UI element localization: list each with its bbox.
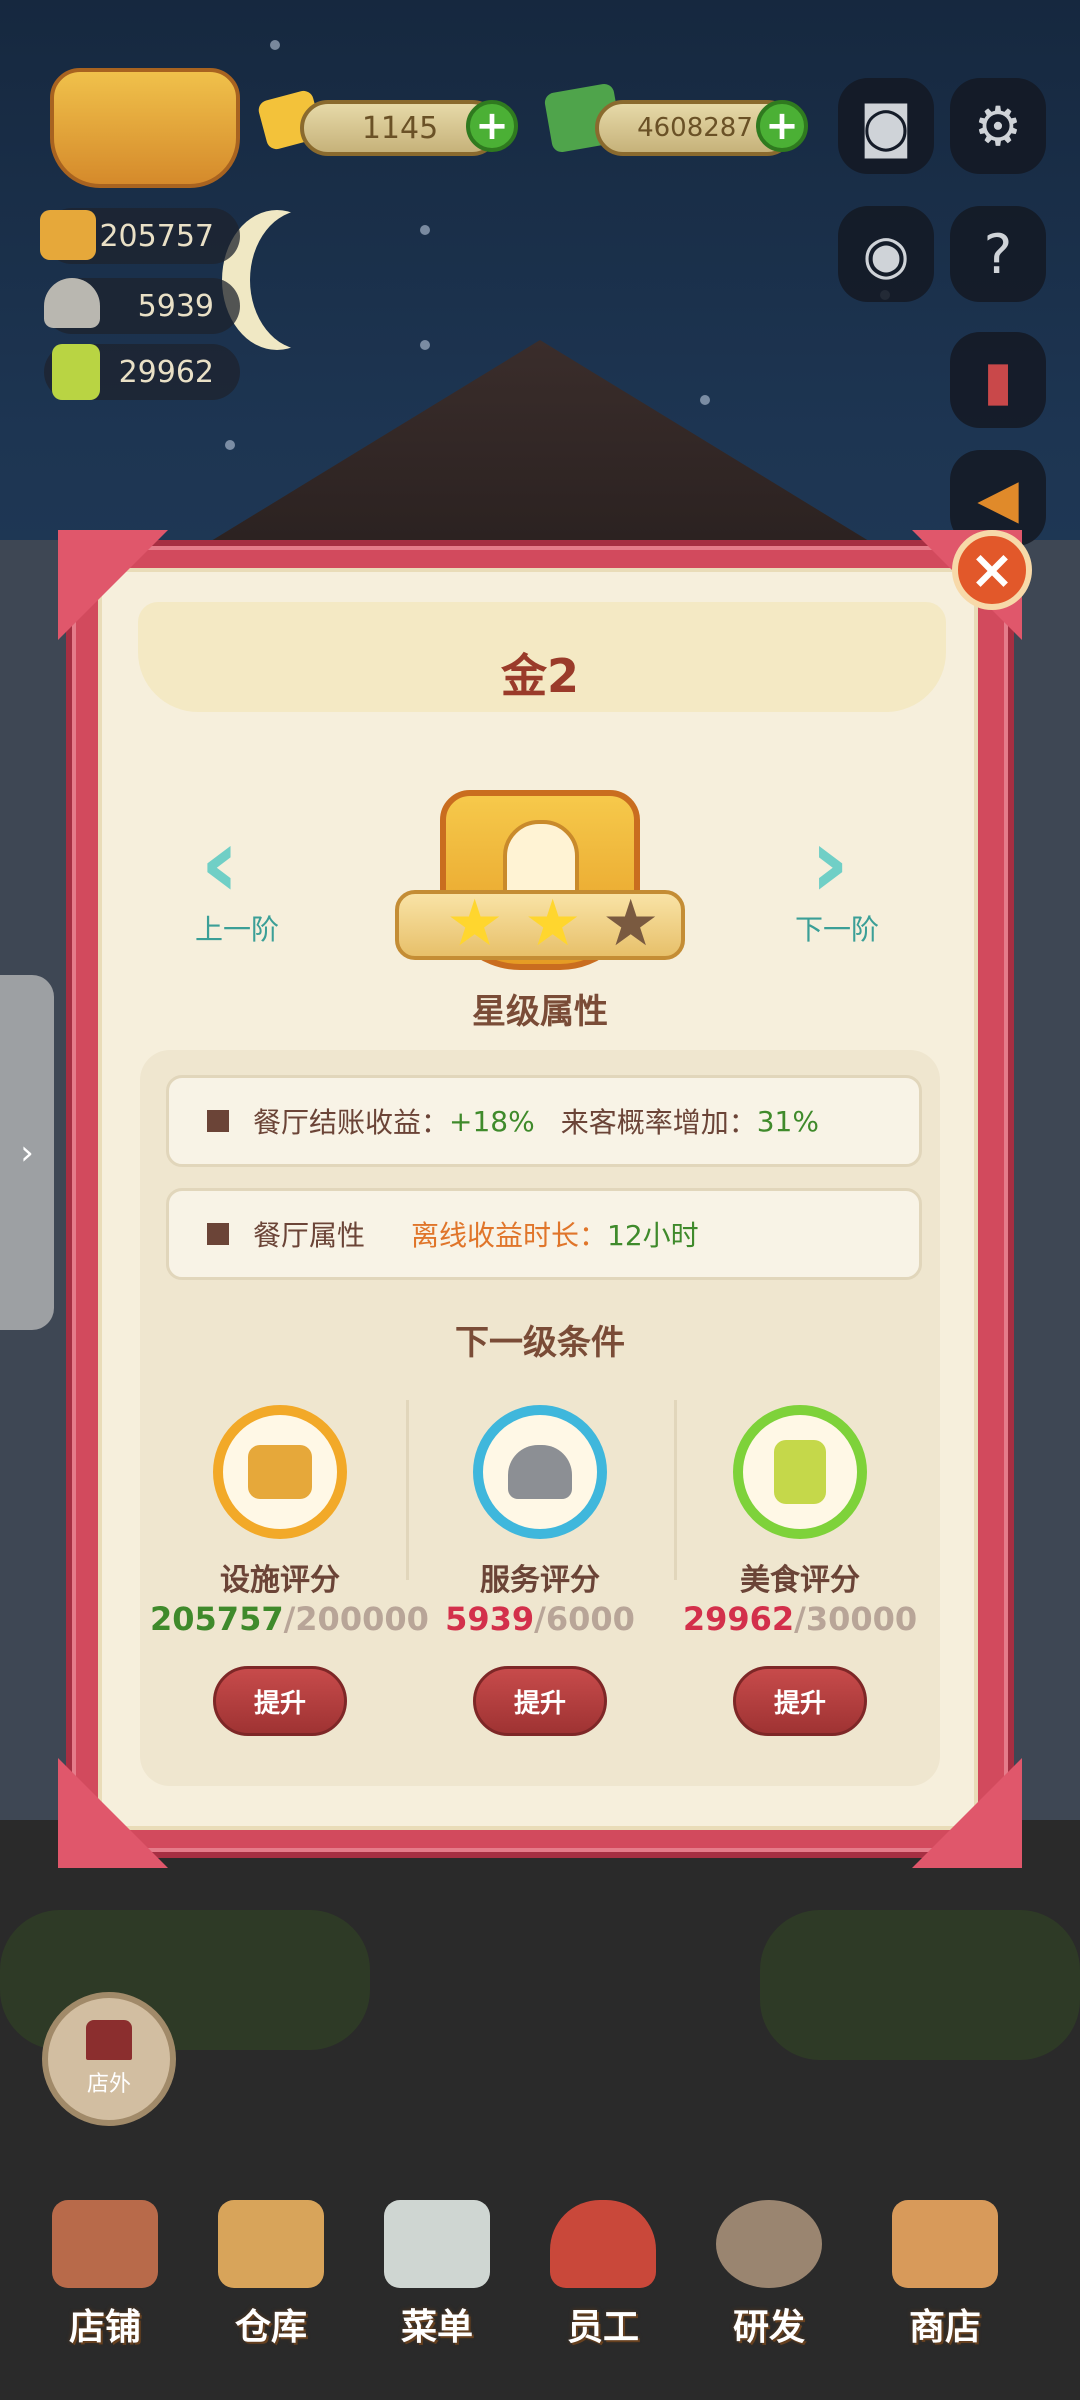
rank-title: 金2 bbox=[500, 649, 579, 703]
bush bbox=[760, 1910, 1080, 2060]
nav-store[interactable]: 商店 bbox=[870, 2200, 1020, 2350]
megaphone-icon: ◀ bbox=[977, 466, 1019, 530]
help-book-icon: ? bbox=[983, 222, 1013, 286]
nav-staff[interactable]: 员工 bbox=[528, 2200, 678, 2350]
camera-button[interactable]: ◙ bbox=[838, 78, 934, 174]
add-cash-button[interactable]: + bbox=[756, 100, 808, 152]
service-icon bbox=[44, 278, 100, 328]
condition-name: 设施评分 bbox=[220, 1563, 340, 1598]
condition-name: 服务评分 bbox=[480, 1563, 600, 1598]
red-book-icon: ▮ bbox=[983, 348, 1013, 412]
recipe-book-button[interactable]: ▮ bbox=[950, 332, 1046, 428]
condition-required: /6000 bbox=[534, 1600, 635, 1638]
close-icon: × bbox=[969, 538, 1015, 601]
eye-icon: ◉ bbox=[862, 222, 910, 286]
condition-name: 美食评分 bbox=[740, 1563, 860, 1598]
nav-label: 菜单 bbox=[400, 2307, 473, 2348]
divider bbox=[406, 1400, 409, 1580]
filled-star-icon: ★ bbox=[524, 887, 582, 961]
attr-label: 餐厅结账收益： bbox=[253, 1106, 450, 1139]
facility-score: 205757 bbox=[99, 218, 214, 254]
condition-required: /200000 bbox=[283, 1600, 429, 1638]
store-icon bbox=[892, 2200, 998, 2288]
service-ring bbox=[473, 1405, 607, 1539]
moon bbox=[250, 210, 360, 350]
shop-icon bbox=[52, 2200, 158, 2288]
star-dot bbox=[270, 40, 280, 50]
prev-rank-button[interactable]: ‹ bbox=[200, 815, 240, 911]
warehouse-icon bbox=[218, 2200, 324, 2288]
attribute-row: 餐厅属性 离线收益时长： 12小时 bbox=[166, 1188, 922, 1280]
outside-button[interactable]: 店外 bbox=[42, 1992, 176, 2126]
attr-value: 12小时 bbox=[607, 1219, 699, 1252]
star-dot bbox=[225, 440, 235, 450]
star-dot bbox=[700, 395, 710, 405]
food-ring bbox=[733, 1405, 867, 1539]
condition-current: 5939 bbox=[445, 1600, 535, 1638]
attr-value: +18% bbox=[449, 1104, 535, 1138]
attr-label: 来客概率增加： bbox=[560, 1106, 757, 1139]
service-score: 5939 bbox=[137, 288, 214, 324]
service-icon bbox=[508, 1445, 572, 1499]
food-book-icon bbox=[774, 1440, 826, 1504]
facility-icon bbox=[248, 1445, 312, 1499]
gem-count: 1145 bbox=[361, 110, 439, 146]
food-book-icon bbox=[52, 344, 100, 400]
attribute-row: 餐厅结账收益： +18% 来客概率增加： 31% bbox=[166, 1075, 922, 1167]
food-score: 29962 bbox=[118, 354, 214, 390]
condition-current: 29962 bbox=[682, 1600, 795, 1638]
cash-count: 4608287 bbox=[637, 113, 753, 143]
star-dot bbox=[420, 225, 430, 235]
nav-shop[interactable]: 店铺 bbox=[30, 2200, 180, 2350]
menu-icon bbox=[384, 2200, 490, 2288]
divider bbox=[674, 1400, 677, 1580]
guide-book-button[interactable]: ? bbox=[950, 206, 1046, 302]
side-expand-tab[interactable]: › bbox=[0, 975, 54, 1330]
condition-progress: 29962/30000 bbox=[670, 1600, 930, 1638]
star-dot bbox=[420, 340, 430, 350]
next-rank-label[interactable]: 下一阶 bbox=[795, 908, 879, 948]
bullet-icon bbox=[207, 1110, 229, 1132]
facility-ring bbox=[213, 1405, 347, 1539]
restaurant-roof bbox=[180, 340, 900, 560]
add-gems-button[interactable]: + bbox=[466, 100, 518, 152]
research-icon bbox=[716, 2200, 822, 2288]
outside-label: 店外 bbox=[86, 2072, 131, 2097]
bullet-icon bbox=[207, 1223, 229, 1245]
nav-label: 商店 bbox=[908, 2307, 981, 2348]
settings-button[interactable]: ⚙ bbox=[950, 78, 1046, 174]
nav-label: 店铺 bbox=[68, 2307, 141, 2348]
nav-menu[interactable]: 菜单 bbox=[362, 2200, 512, 2350]
condition-required: /30000 bbox=[794, 1600, 918, 1638]
upgrade-food-button[interactable]: 提升 bbox=[733, 1666, 867, 1736]
next-level-conditions-title: 下一级条件 bbox=[455, 1323, 625, 1363]
nav-label: 研发 bbox=[732, 2307, 805, 2348]
empty-star-icon: ★ bbox=[602, 887, 660, 961]
restaurant-rank-badge[interactable] bbox=[50, 68, 240, 188]
attr-value: 31% bbox=[756, 1104, 819, 1138]
condition-current: 205757 bbox=[150, 1600, 284, 1638]
staff-icon bbox=[550, 2200, 656, 2288]
prev-rank-label[interactable]: 上一阶 bbox=[195, 908, 279, 948]
next-rank-button[interactable]: › bbox=[810, 815, 850, 911]
gear-icon: ⚙ bbox=[973, 94, 1023, 158]
attr-label: 餐厅属性 bbox=[253, 1219, 366, 1252]
filled-star-icon: ★ bbox=[446, 887, 504, 961]
star-attributes-title: 星级属性 bbox=[412, 975, 668, 1041]
facility-icon bbox=[40, 210, 96, 260]
attr-label: 离线收益时长： bbox=[411, 1219, 608, 1252]
nav-research[interactable]: 研发 bbox=[694, 2200, 844, 2350]
upgrade-facility-button[interactable]: 提升 bbox=[213, 1666, 347, 1736]
nav-label: 员工 bbox=[566, 2307, 639, 2348]
house-icon bbox=[86, 2020, 132, 2060]
view-button[interactable]: ◉ bbox=[838, 206, 934, 302]
nav-label: 仓库 bbox=[234, 2307, 307, 2348]
close-button[interactable]: × bbox=[952, 530, 1032, 610]
camera-icon: ◙ bbox=[859, 94, 913, 158]
nav-warehouse[interactable]: 仓库 bbox=[196, 2200, 346, 2350]
condition-progress: 205757/200000 bbox=[150, 1600, 429, 1638]
condition-progress: 5939/6000 bbox=[410, 1600, 670, 1638]
upgrade-service-button[interactable]: 提升 bbox=[473, 1666, 607, 1736]
